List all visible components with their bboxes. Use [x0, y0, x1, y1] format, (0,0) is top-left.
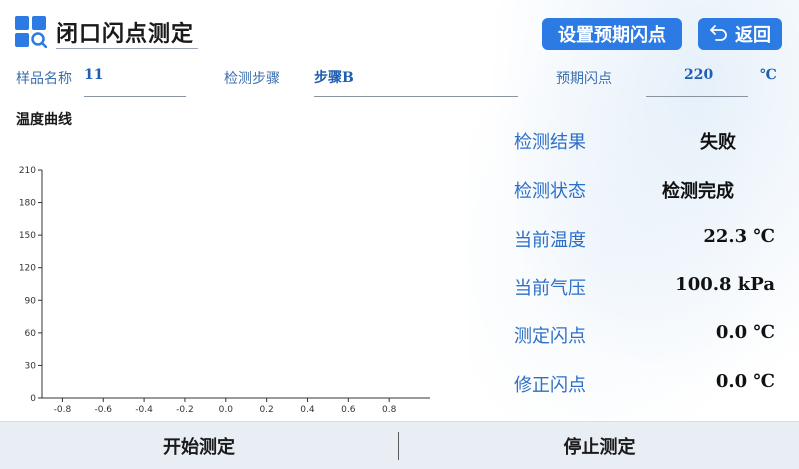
- expected-flash-value[interactable]: 220: [684, 67, 713, 83]
- bottom-divider: [398, 432, 399, 460]
- result-label: 测定闪点: [514, 326, 586, 347]
- result-label: 修正闪点: [514, 375, 586, 396]
- chart-title: 温度曲线: [16, 112, 72, 128]
- page-title: 闭口闪点测定: [56, 21, 195, 47]
- expected-flash-underline: [646, 96, 748, 97]
- result-value: 检测完成: [662, 181, 734, 202]
- temperature-chart: 0 30 60 90 120 150 180 210 -0.8 -0.6 -0.4 -0.2 0.0 0.…: [19, 166, 430, 415]
- expected-flash-label: 预期闪点: [556, 71, 612, 87]
- y-tick-label: 0: [30, 394, 36, 404]
- y-tick-label: 150: [19, 231, 36, 241]
- app-logo-icon: [15, 16, 48, 49]
- sample-name-label: 样品名称: [16, 71, 72, 87]
- y-tick-label: 210: [19, 166, 36, 176]
- x-tick-label: 0.2: [259, 405, 273, 415]
- undo-arrow-icon: [709, 22, 729, 47]
- background-decoration: [469, 0, 799, 420]
- result-value: 22.3 ℃: [703, 226, 775, 247]
- x-tick-label: -0.4: [135, 405, 153, 415]
- expected-flash-unit: ℃: [760, 67, 777, 83]
- x-tick-label: -0.6: [94, 405, 112, 415]
- y-tick-label: 120: [19, 264, 36, 274]
- sample-name-underline: [84, 96, 186, 97]
- y-tick-label: 60: [25, 329, 37, 339]
- x-tick-label: 0.6: [341, 405, 356, 415]
- x-tick-label: -0.8: [54, 405, 72, 415]
- result-value: 0.0 ℃: [715, 322, 775, 343]
- start-test-button[interactable]: 开始测定: [0, 422, 398, 469]
- bottom-action-bar: 开始测定 停止测定: [0, 421, 799, 469]
- set-expected-flash-button[interactable]: 设置预期闪点: [542, 18, 682, 50]
- title-underline: [56, 48, 198, 49]
- y-tick-label: 90: [25, 296, 37, 306]
- stop-test-button[interactable]: 停止测定: [400, 422, 799, 469]
- result-value: 100.8 kPa: [675, 274, 775, 295]
- back-button[interactable]: 返回: [698, 18, 782, 50]
- test-step-value[interactable]: 步骤B: [314, 67, 354, 87]
- x-tick-label: 0.8: [382, 405, 397, 415]
- sample-name-value[interactable]: 11: [84, 67, 103, 83]
- test-step-label: 检测步骤: [224, 71, 280, 87]
- x-tick-label: -0.2: [176, 405, 194, 415]
- result-value: 0.0 ℃: [715, 371, 775, 392]
- x-tick-label: 0.4: [300, 405, 315, 415]
- result-label: 检测状态: [514, 181, 586, 202]
- test-step-underline: [314, 96, 518, 97]
- y-tick-label: 30: [25, 361, 37, 371]
- result-value: 失败: [700, 132, 736, 153]
- y-tick-label: 180: [19, 199, 36, 209]
- back-button-label: 返回: [735, 25, 771, 46]
- result-label: 当前气压: [514, 278, 586, 299]
- x-tick-label: 0.0: [219, 405, 234, 415]
- result-label: 检测结果: [514, 132, 586, 153]
- result-label: 当前温度: [514, 230, 586, 251]
